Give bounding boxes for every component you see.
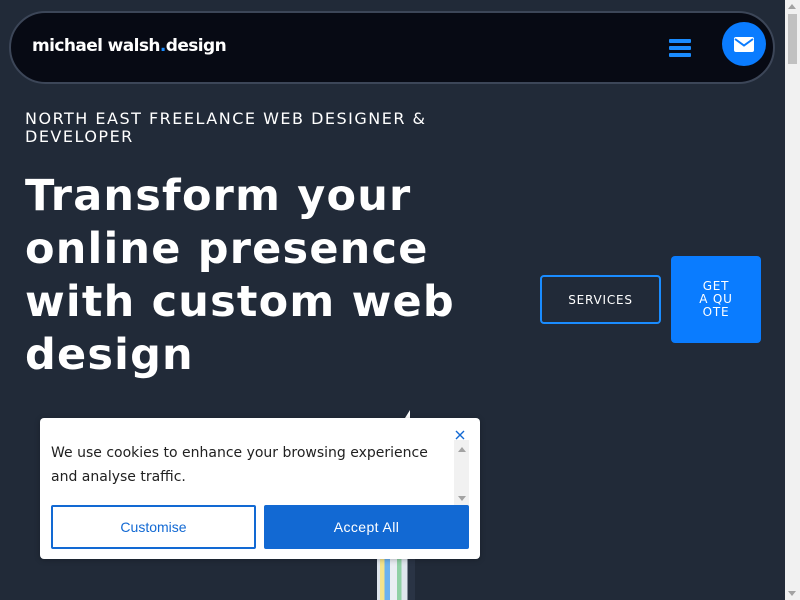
customise-button[interactable]: Customise	[51, 505, 256, 549]
hamburger-icon[interactable]	[669, 39, 691, 57]
get-quote-button[interactable]: GET A QUOTE	[671, 256, 761, 343]
accept-all-button[interactable]: Accept All	[264, 505, 469, 549]
cookie-banner: We use cookies to enhance your browsing …	[40, 418, 480, 559]
hero-headline: Transform your online presence with cust…	[25, 171, 455, 380]
phone-image-edge	[405, 410, 410, 418]
scroll-down-icon[interactable]	[788, 591, 796, 596]
scroll-up-icon[interactable]	[788, 4, 796, 9]
site-logo[interactable]: michael walsh.design	[32, 36, 227, 56]
site-header: michael walsh.design	[9, 11, 775, 84]
hamburger-line	[669, 39, 691, 43]
contact-button[interactable]	[722, 22, 766, 66]
logo-text-name: michael walsh	[32, 36, 161, 56]
cookie-message: We use cookies to enhance your browsing …	[51, 445, 428, 485]
envelope-icon	[734, 36, 754, 52]
hamburger-line	[669, 53, 691, 57]
phone-mockup-image	[377, 556, 415, 600]
page-scrollbar[interactable]	[785, 0, 800, 600]
scroll-up-icon[interactable]	[458, 447, 466, 452]
hero-eyebrow: NORTH EAST FREELANCE WEB DESIGNER & DEVE…	[25, 109, 427, 146]
scroll-down-icon[interactable]	[458, 496, 466, 501]
logo-text-design: design	[165, 36, 227, 56]
services-button[interactable]: SERVICES	[540, 275, 661, 324]
cookie-scrollbar[interactable]	[454, 440, 469, 508]
scrollbar-thumb[interactable]	[788, 14, 797, 64]
hamburger-line	[669, 46, 691, 50]
